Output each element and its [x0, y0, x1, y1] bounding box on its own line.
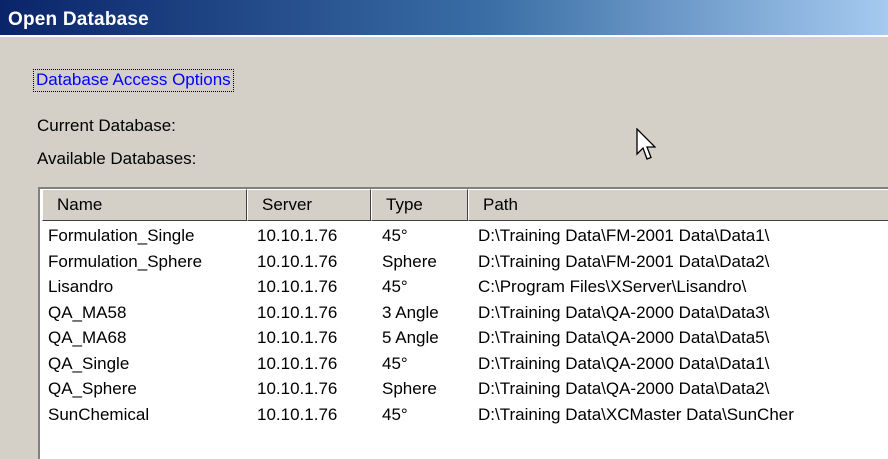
list-item[interactable]: QA_Single 10.10.1.76 45° D:\Training Dat…: [40, 351, 888, 377]
database-name: QA_Sphere: [48, 379, 137, 398]
database-access-options-link[interactable]: Database Access Options: [33, 69, 234, 92]
database-type: 45°: [382, 404, 408, 424]
database-type: Sphere: [382, 379, 437, 398]
list-item[interactable]: QA_Sphere 10.10.1.76 Sphere D:\Training …: [40, 376, 888, 402]
list-item[interactable]: Formulation_Single 10.10.1.76 45° D:\Tra…: [40, 223, 888, 249]
database-name: QA_MA68: [48, 328, 127, 347]
database-path: D:\Training Data\XCMaster Data\SunCher: [478, 404, 794, 424]
database-server: 10.10.1.76: [257, 404, 338, 424]
database-type: Sphere: [382, 251, 437, 271]
database-path: D:\Training Data\QA-2000 Data\Data1\: [478, 353, 770, 373]
database-path: D:\Training Data\QA-2000 Data\Data3\: [478, 302, 770, 322]
list-item[interactable]: Lisandro 10.10.1.76 45° C:\Program Files…: [40, 274, 888, 300]
database-name: Formulation_Sphere: [48, 251, 203, 271]
database-name: Formulation_Single: [48, 226, 195, 245]
list-item[interactable]: QA_MA68 10.10.1.76 5 Angle D:\Training D…: [40, 325, 888, 351]
database-path: D:\Training Data\FM-2001 Data\Data1\: [478, 226, 770, 245]
database-server: 10.10.1.76: [257, 328, 338, 347]
database-name: QA_Single: [48, 353, 130, 373]
database-name: Lisandro: [48, 277, 114, 296]
database-path: D:\Training Data\QA-2000 Data\Data2\: [478, 379, 770, 398]
list-item[interactable]: QA_MA58 10.10.1.76 3 Angle D:\Training D…: [40, 300, 888, 326]
list-item[interactable]: SunChemical 10.10.1.76 45° D:\Training D…: [40, 402, 888, 428]
database-server: 10.10.1.76: [257, 226, 338, 245]
column-header-name[interactable]: Name: [42, 189, 247, 221]
database-name: SunChemical: [48, 404, 150, 424]
list-header: Name Server Type Path: [40, 189, 888, 221]
databases-list[interactable]: Name Server Type Path Formulation_Single…: [38, 187, 888, 459]
list-rows: Formulation_Single 10.10.1.76 45° D:\Tra…: [40, 223, 888, 427]
database-path: D:\Training Data\FM-2001 Data\Data2\: [478, 251, 770, 271]
database-type: 45°: [382, 353, 408, 373]
column-header-type[interactable]: Type: [371, 189, 468, 221]
database-type: 45°: [382, 277, 408, 296]
mouse-pointer-icon: [636, 128, 656, 160]
database-path: D:\Training Data\QA-2000 Data\Data5\: [478, 328, 770, 347]
open-database-dialog: Open Database Database Access Options Cu…: [0, 0, 888, 459]
database-server: 10.10.1.76: [257, 379, 338, 398]
database-name: QA_MA58: [48, 302, 127, 322]
available-databases-label: Available Databases:: [37, 149, 197, 168]
column-header-server[interactable]: Server: [247, 189, 371, 221]
window-title: Open Database: [8, 9, 149, 30]
database-server: 10.10.1.76: [257, 277, 338, 296]
database-type: 3 Angle: [382, 302, 439, 322]
database-server: 10.10.1.76: [257, 251, 338, 271]
database-server: 10.10.1.76: [257, 353, 338, 373]
database-type: 45°: [382, 226, 408, 245]
current-database-label: Current Database:: [37, 116, 176, 135]
title-bar[interactable]: Open Database: [0, 0, 888, 37]
database-path: C:\Program Files\XServer\Lisandro\: [478, 277, 747, 296]
list-item[interactable]: Formulation_Sphere 10.10.1.76 Sphere D:\…: [40, 249, 888, 275]
column-header-path[interactable]: Path: [468, 189, 888, 221]
database-server: 10.10.1.76: [257, 302, 338, 322]
database-type: 5 Angle: [382, 328, 439, 347]
